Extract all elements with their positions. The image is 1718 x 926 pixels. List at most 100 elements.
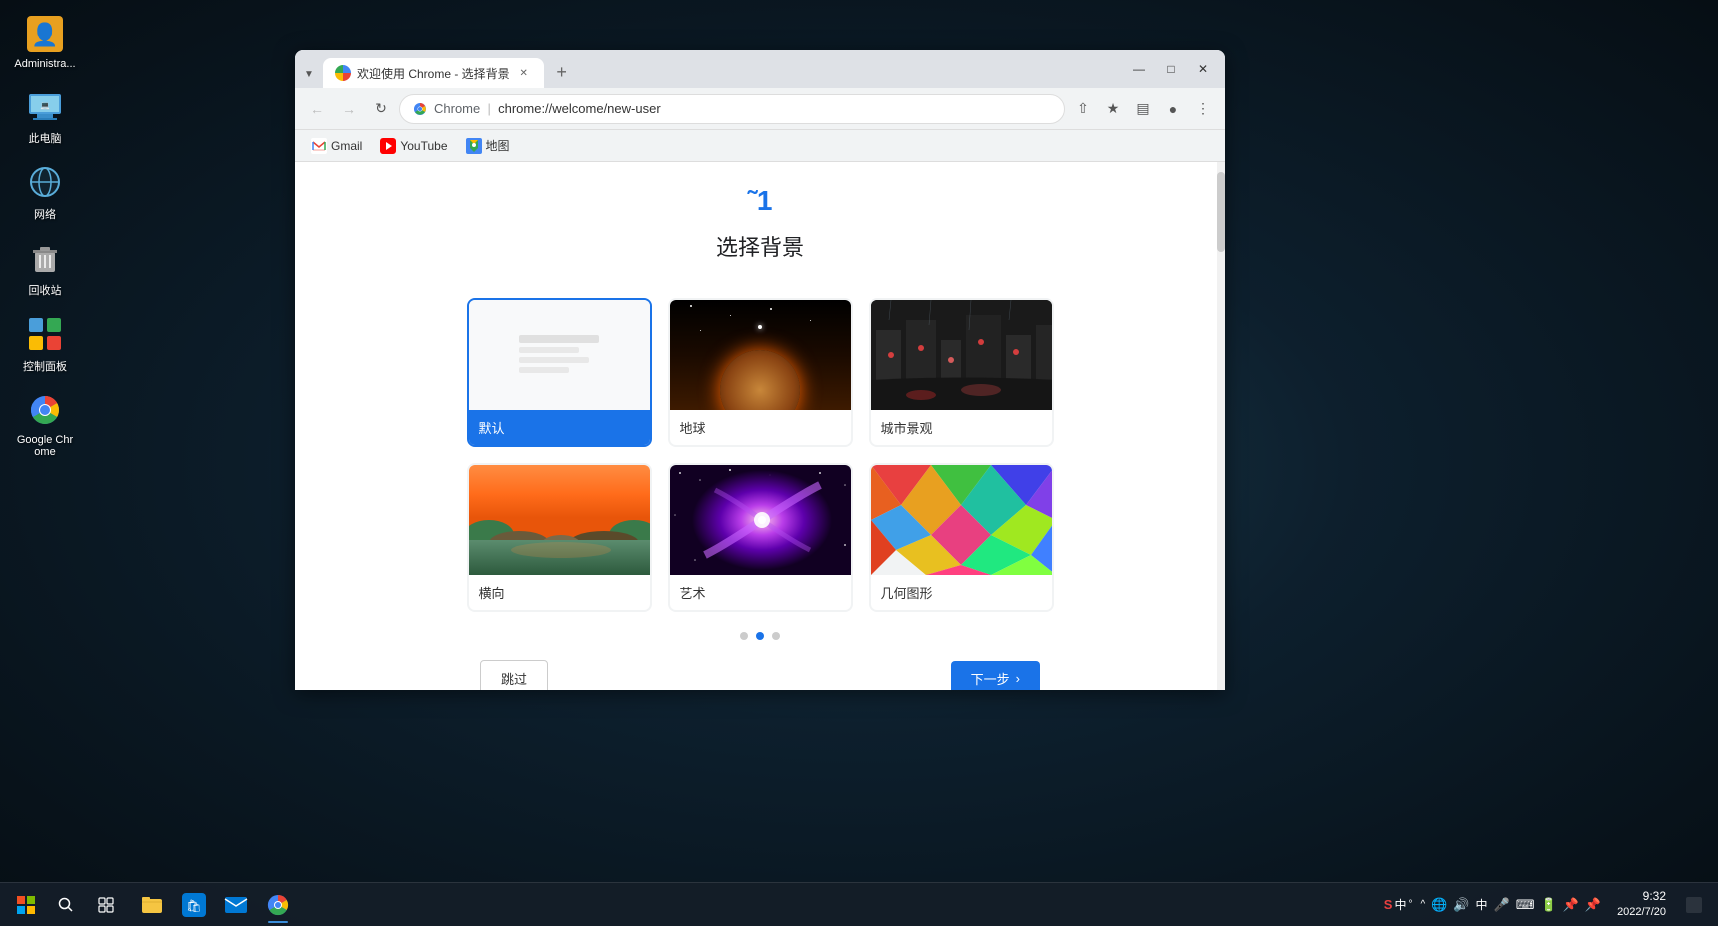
desktop-icon-this-computer[interactable]: 💻 此电脑 — [10, 82, 80, 150]
chrome-window: ▼ 欢迎使用 Chrome - 选择背景 ✕ + — □ ✕ ← → ↻ — [295, 50, 1225, 690]
pagination-dot-2[interactable] — [756, 632, 764, 640]
toolbar: ← → ↻ Chrome | — [295, 88, 1225, 130]
bg-card-art[interactable]: 艺术 — [668, 463, 853, 612]
tray-pin-icon2[interactable]: 📌 — [1585, 897, 1601, 913]
city-label: 城市景观 — [871, 410, 1052, 445]
bookmark-maps[interactable]: 地图 — [458, 134, 518, 158]
taskbar-app-store[interactable]: 🛍 — [174, 885, 214, 925]
pagination-dots — [740, 632, 780, 640]
maximize-button[interactable]: □ — [1157, 55, 1185, 83]
tab-title: 欢迎使用 Chrome - 选择背景 — [357, 65, 510, 82]
refresh-button[interactable]: ↻ — [367, 95, 395, 123]
start-button[interactable] — [8, 887, 44, 923]
bottom-actions: 跳过 下一步 › — [460, 660, 1060, 690]
this-computer-icon: 💻 — [25, 86, 65, 126]
tray-pin-icon1[interactable]: 📌 — [1563, 897, 1579, 913]
tray-chinese-icon[interactable]: 中 — [1476, 896, 1488, 913]
desktop-icon-administrator[interactable]: 👤 Administra... — [10, 10, 80, 74]
background-grid: 默认 地球 — [467, 298, 1054, 612]
close-button[interactable]: ✕ — [1189, 55, 1217, 83]
city-preview — [871, 300, 1052, 410]
network-icon — [25, 162, 65, 202]
recycle-bin-label: 回收站 — [29, 282, 62, 298]
forward-button[interactable]: → — [335, 95, 363, 123]
tray-network-icon[interactable]: 🌐 — [1431, 897, 1447, 913]
bg-card-earth[interactable]: 地球 — [668, 298, 853, 447]
pagination-dot-3[interactable] — [772, 632, 780, 640]
desktop-icon-google-chrome[interactable]: Google Chrome — [10, 386, 80, 462]
bookmark-button[interactable]: ★ — [1099, 95, 1127, 123]
pagination-dot-1[interactable] — [740, 632, 748, 640]
menu-button[interactable]: ⋮ — [1189, 95, 1217, 123]
toolbar-actions: ⇧ ★ ▤ ● ⋮ — [1069, 95, 1217, 123]
recycle-bin-icon — [25, 238, 65, 278]
taskbar: 🛍 — [0, 882, 1718, 926]
administrator-label: Administra... — [14, 58, 75, 70]
taskbar-app-chrome[interactable] — [258, 885, 298, 925]
taskbar-apps: 🛍 — [132, 885, 298, 925]
svg-text:👤: 👤 — [31, 22, 58, 47]
new-tab-button[interactable]: + — [548, 58, 576, 86]
taskbar-app-mail[interactable] — [216, 885, 256, 925]
title-bar: ▼ 欢迎使用 Chrome - 选择背景 ✕ + — □ ✕ — [295, 50, 1225, 88]
share-button[interactable]: ⇧ — [1069, 95, 1097, 123]
taskbar-app-file-explorer[interactable] — [132, 885, 172, 925]
scrollbar-thumb[interactable] — [1217, 172, 1225, 252]
tab-dropdown-button[interactable]: ▼ — [301, 66, 317, 82]
skip-button[interactable]: 跳过 — [480, 660, 548, 690]
address-bar[interactable]: Chrome | chrome://welcome/new-user — [399, 94, 1065, 124]
tab-area: 欢迎使用 Chrome - 选择背景 ✕ + — [323, 50, 576, 88]
sougou-input-method[interactable]: S 中 ° — [1384, 896, 1413, 913]
next-arrow-icon: › — [1016, 671, 1020, 686]
tray-battery-icon[interactable]: 🔋 — [1541, 897, 1557, 913]
page-title: 选择背景 — [716, 230, 804, 262]
tray-keyboard-icon[interactable]: ⌨ — [1516, 897, 1535, 913]
sougou-chinese-icon: 中 — [1394, 896, 1406, 913]
geometric-preview — [871, 465, 1052, 575]
youtube-favicon — [380, 138, 396, 154]
next-button[interactable]: 下一步 › — [951, 661, 1040, 690]
chrome-logo: ˜1 — [735, 182, 785, 222]
bookmark-gmail[interactable]: Gmail — [303, 134, 370, 158]
sougou-settings-icon: ° — [1408, 899, 1412, 910]
tray-mic-icon[interactable]: 🎤 — [1494, 897, 1510, 913]
taskbar-search-button[interactable] — [48, 887, 84, 923]
tab-favicon-chrome — [335, 65, 351, 81]
bg-card-default[interactable]: 默认 — [467, 298, 652, 447]
control-panel-label: 控制面板 — [23, 358, 67, 374]
url-text: Chrome | chrome://welcome/new-user — [434, 101, 1052, 116]
active-tab[interactable]: 欢迎使用 Chrome - 选择背景 ✕ — [323, 58, 544, 88]
taskbar-clock[interactable]: 9:32 2022/7/20 — [1609, 888, 1674, 920]
desktop-icon-recycle-bin[interactable]: 回收站 — [10, 234, 80, 302]
control-panel-icon — [25, 314, 65, 354]
welcome-header: ˜1 选择背景 — [315, 182, 1205, 282]
bookmark-youtube[interactable]: YouTube — [372, 134, 455, 158]
sougou-s-icon: S — [1384, 897, 1393, 912]
scrollbar-track[interactable] — [1217, 162, 1225, 690]
bg-card-geometric[interactable]: 几何图形 — [869, 463, 1054, 612]
minimize-button[interactable]: — — [1125, 55, 1153, 83]
administrator-icon: 👤 — [25, 14, 65, 54]
profile-button[interactable]: ● — [1159, 95, 1187, 123]
notification-button[interactable] — [1678, 889, 1710, 921]
desktop-icon-network[interactable]: 网络 — [10, 158, 80, 226]
bookmarks-bar: Gmail YouTube 地图 — [295, 130, 1225, 162]
window-controls: — □ ✕ — [1125, 55, 1217, 83]
default-preview — [469, 300, 650, 410]
system-tray: ^ 🌐 🔊 中 🎤 ⌨ 🔋 📌 📌 — [1416, 896, 1605, 913]
bg-card-landscape[interactable]: 横向 — [467, 463, 652, 612]
art-preview — [670, 465, 851, 575]
taskbar-task-button[interactable] — [88, 887, 124, 923]
tab-close-button[interactable]: ✕ — [516, 65, 532, 81]
network-label: 网络 — [34, 206, 56, 222]
tray-chevron[interactable]: ^ — [1420, 899, 1425, 910]
back-button[interactable]: ← — [303, 95, 331, 123]
google-chrome-icon — [25, 390, 65, 430]
gmail-label: Gmail — [331, 139, 362, 153]
desktop-icon-control-panel[interactable]: 控制面板 — [10, 310, 80, 378]
earth-glow — [720, 350, 800, 410]
tray-volume-icon[interactable]: 🔊 — [1453, 897, 1469, 913]
bg-card-city[interactable]: 城市景观 — [869, 298, 1054, 447]
reader-mode-button[interactable]: ▤ — [1129, 95, 1157, 123]
desktop: 👤 Administra... 💻 此电脑 — [0, 0, 1718, 926]
